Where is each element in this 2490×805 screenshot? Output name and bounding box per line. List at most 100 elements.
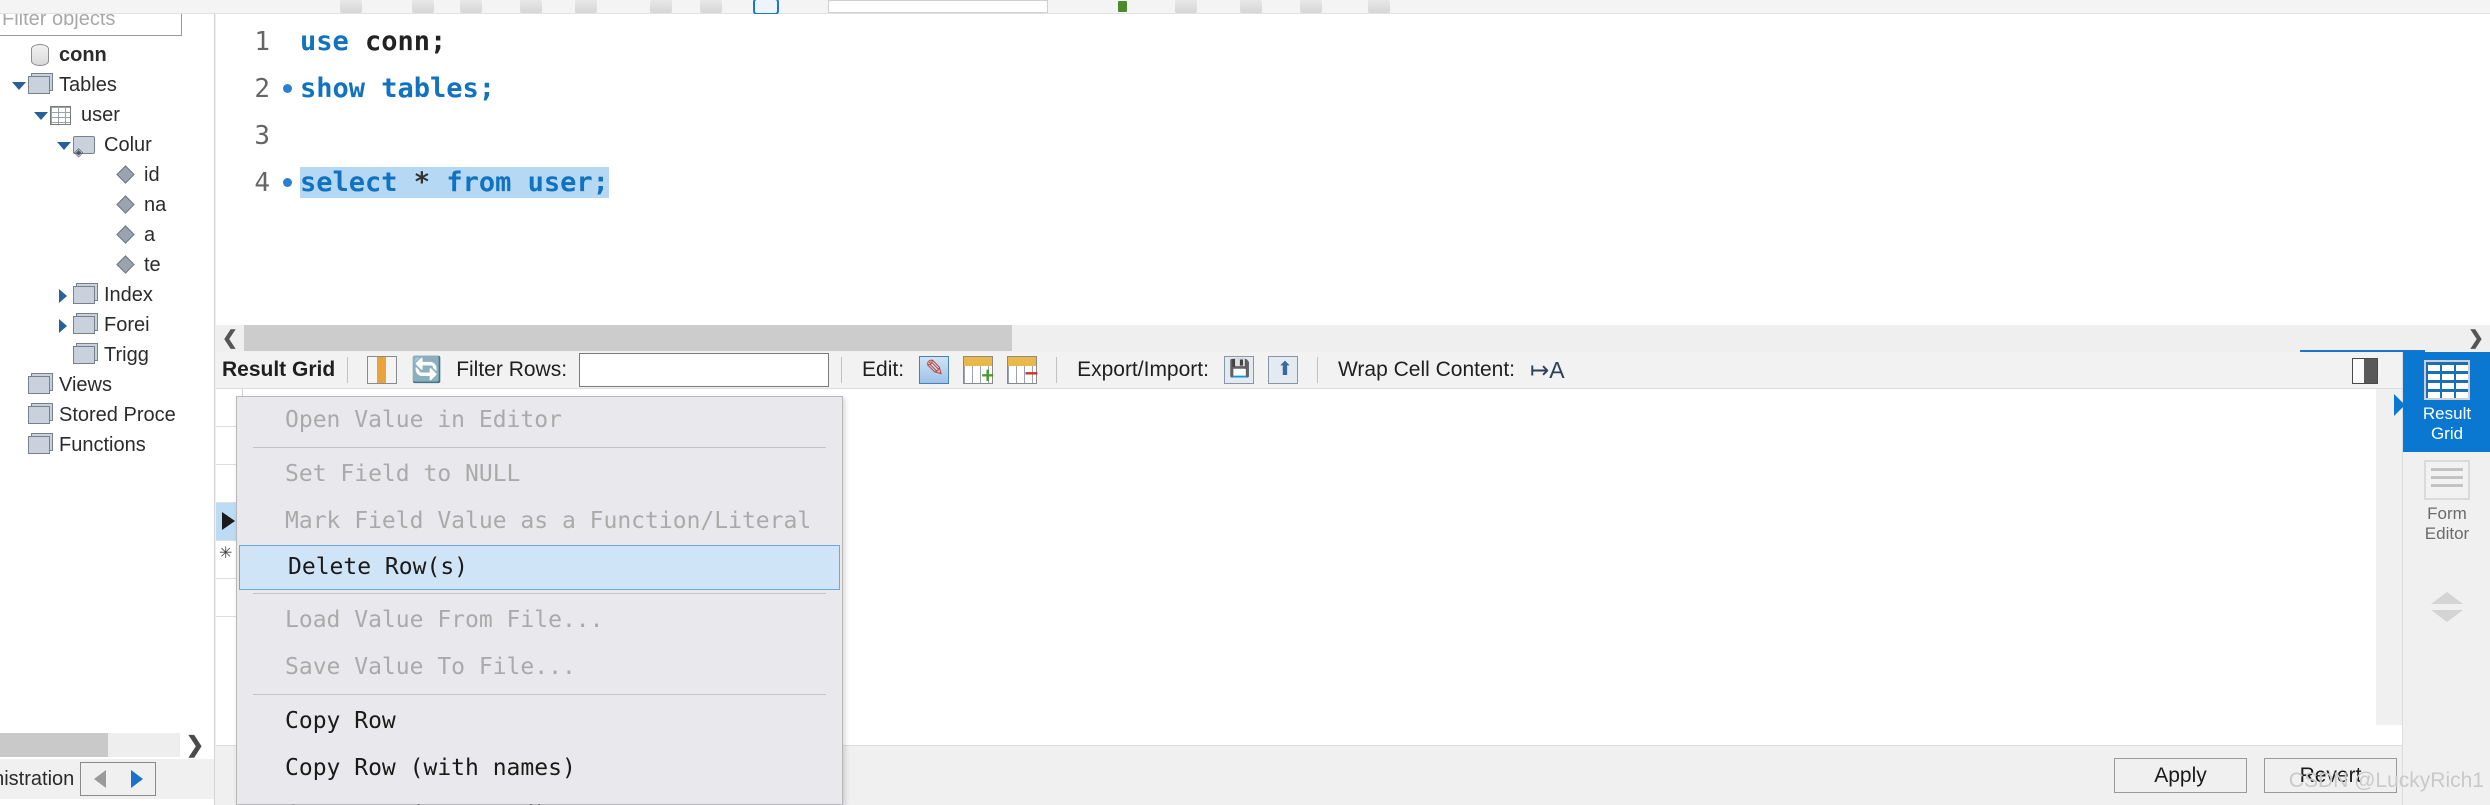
tree-item-label: te <box>144 254 161 276</box>
toolbar-status-dot <box>1118 1 1127 12</box>
statement-marker-icon <box>274 84 300 93</box>
chevron-down-icon[interactable] <box>32 107 48 123</box>
folder-icon <box>28 374 52 396</box>
scrollbar-track[interactable] <box>244 325 2462 351</box>
selection-pointer-icon <box>2394 394 2405 416</box>
export-import-label: Export/Import: <box>1077 358 1209 381</box>
chevron-down-icon[interactable] <box>10 77 26 93</box>
export-recordset-icon[interactable] <box>1223 356 1254 384</box>
filter-rows-input[interactable] <box>579 353 830 387</box>
edit-cell-icon[interactable] <box>919 355 950 384</box>
schema-tree: conn Tables user ◈ Colur id na a te Index Forei Tri… <box>0 40 214 460</box>
editor-horizontal-scrollbar[interactable]: ❮ ❯ <box>216 325 2490 351</box>
menu-item-copy-row-with-names[interactable]: Copy Row (with names) <box>237 745 842 792</box>
scroll-up-icon[interactable] <box>2430 592 2463 604</box>
toggle-panel-icon[interactable] <box>2352 358 2378 384</box>
sidebar-nav-buttons[interactable] <box>80 762 157 796</box>
folder-icon <box>73 284 97 306</box>
tree-item-a[interactable]: a <box>0 220 214 250</box>
scroll-right-icon[interactable]: ❯ <box>2462 327 2490 350</box>
chevron-right-icon[interactable] <box>55 317 71 333</box>
toolbar-icon-8[interactable] <box>1175 0 1197 13</box>
toolbar-icon-1[interactable] <box>340 0 362 13</box>
tree-item-label: na <box>144 194 167 216</box>
tab-result-grid-label-2: Grid <box>2430 424 2464 443</box>
scrollbar-thumb[interactable] <box>244 325 1012 351</box>
nav-forward-icon[interactable] <box>130 770 143 788</box>
tab-result-grid[interactable]: Result Grid <box>2394 352 2490 452</box>
sql-line-1[interactable]: 1 use conn; <box>216 18 2490 65</box>
toolbar-icon-selected[interactable] <box>753 0 779 15</box>
delete-row-icon[interactable] <box>1007 356 1038 387</box>
tree-item-te[interactable]: te <box>0 250 214 280</box>
scrollbar-thumb[interactable] <box>0 733 108 757</box>
scroll-left-icon[interactable]: ❮ <box>216 327 244 350</box>
menu-item-copy-row-unquoted[interactable]: Copy Row (unquoted) <box>237 792 842 805</box>
toolbar-search-field[interactable] <box>828 0 1048 13</box>
wrap-cell-content-label: Wrap Cell Content: <box>1337 358 1515 381</box>
folder-icon <box>73 314 97 336</box>
tree-item-user[interactable]: user <box>0 100 214 130</box>
chevron-down-icon[interactable] <box>55 137 71 153</box>
menu-item-copy-row[interactable]: Copy Row <box>237 698 842 745</box>
column-icon <box>113 194 137 216</box>
tree-item-views[interactable]: Views <box>0 370 214 400</box>
toolbar-icon-5[interactable] <box>575 0 597 13</box>
sql-code-area[interactable]: 1 use conn; 2 show tables; 3 4 select * from u… <box>216 14 2490 206</box>
tree-item-id[interactable]: id <box>0 160 214 190</box>
refresh-icon[interactable]: 🔄 <box>411 356 442 384</box>
menu-item-set-field-to-null: Set Field to NULL <box>285 461 521 487</box>
tree-item-functions[interactable]: Functions <box>0 430 214 460</box>
toolbar-icon-4[interactable] <box>520 0 542 13</box>
sql-line-4[interactable]: 4 select * from user; <box>216 159 2490 206</box>
result-grid-icon <box>2424 360 2470 400</box>
sidebar-horizontal-scrollbar[interactable] <box>0 733 180 757</box>
tree-item-index[interactable]: Index <box>0 280 214 310</box>
toolbar-icon-6[interactable] <box>650 0 672 13</box>
sql-editor[interactable]: 1 use conn; 2 show tables; 3 4 select * from u… <box>216 14 2490 325</box>
sql-line-2[interactable]: 2 show tables; <box>216 65 2490 112</box>
folder-icon <box>28 74 52 96</box>
menu-item-mark-field-value-as-a-function-literal: Mark Field Value as a Function/Literal <box>285 508 812 534</box>
toolbar-icon-10[interactable] <box>1300 0 1322 13</box>
database-icon <box>28 44 52 66</box>
filter-objects-input[interactable]: Filter objects <box>0 14 182 36</box>
import-records-icon[interactable] <box>1267 356 1298 384</box>
chevron-right-icon[interactable] <box>55 287 71 303</box>
tree-item-colur[interactable]: ◈ Colur <box>0 130 214 160</box>
tree-item-conn[interactable]: conn <box>0 40 214 70</box>
line-number: 4 <box>254 167 270 198</box>
tab-form-editor[interactable]: Form Editor <box>2403 452 2490 552</box>
folder-icon <box>28 434 52 456</box>
grid-context-menu[interactable]: Open Value in Editor Set Field to NULL Mar… <box>236 396 843 805</box>
sql-line-3[interactable]: 3 <box>216 112 2490 159</box>
toolbar-icon-9[interactable] <box>1240 0 1262 13</box>
nav-back-icon[interactable] <box>93 770 106 788</box>
tree-item-forei[interactable]: Forei <box>0 310 214 340</box>
tree-item-stored-proce[interactable]: Stored Proce <box>0 400 214 430</box>
toolbar-icon-7[interactable] <box>700 0 722 13</box>
insert-row-icon[interactable] <box>963 356 994 389</box>
administration-tab-label[interactable]: ministration <box>0 768 74 791</box>
menu-separator <box>253 694 826 695</box>
apply-button[interactable]: Apply <box>2114 758 2247 793</box>
wrap-cell-icon[interactable]: ↦A <box>1530 356 1565 384</box>
tree-item-label: user <box>81 104 120 126</box>
tree-item-tables[interactable]: Tables <box>0 70 214 100</box>
chevron-right-icon[interactable]: ❯ <box>181 732 209 757</box>
scroll-down-icon[interactable] <box>2430 610 2463 622</box>
tree-item-na[interactable]: na <box>0 190 214 220</box>
tree-item-trigg[interactable]: Trigg <box>0 340 214 370</box>
toolbar-icon-3[interactable] <box>460 0 482 13</box>
toolbar-icon-2[interactable] <box>412 0 434 13</box>
tree-item-label: Views <box>59 374 112 396</box>
toolbar-icon-11[interactable] <box>1368 0 1390 13</box>
menu-item-delete-row-s[interactable]: Delete Row(s) <box>239 545 840 590</box>
toggle-columns-icon[interactable] <box>367 356 398 384</box>
